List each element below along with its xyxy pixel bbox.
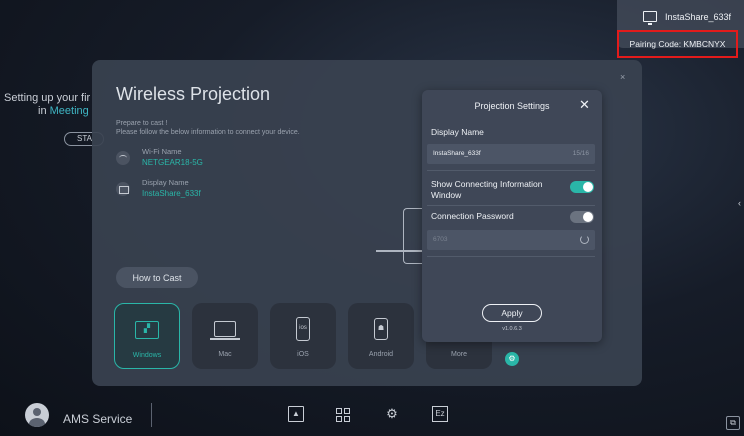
dialog-subtitle: Prepare to cast ! Please follow the belo… <box>116 119 300 137</box>
screen-icon <box>116 182 130 196</box>
platform-tile-ios[interactable]: ios iOS <box>270 303 336 369</box>
divider <box>427 205 595 206</box>
connection-password-label: Connection Password <box>431 211 514 221</box>
show-info-label-line-1: Show Connecting Information <box>431 179 543 189</box>
wifi-info: Wi-Fi Name NETGEAR18-5G <box>116 147 203 168</box>
device-name: InstaShare_633f <box>643 11 732 25</box>
subtitle-line-2: Please follow the below information to c… <box>116 129 300 136</box>
password-input[interactable]: 6703 <box>427 230 595 250</box>
platform-tile-mac[interactable]: Mac <box>192 303 258 369</box>
platform-name: Mac <box>218 351 232 358</box>
show-info-toggle[interactable] <box>570 181 594 193</box>
display-info: Display Name InstaShare_633f <box>116 178 201 199</box>
version-label: v1.0.6.3 <box>502 326 522 332</box>
char-count: 15/16 <box>572 150 589 157</box>
refresh-icon[interactable] <box>580 235 589 244</box>
wifi-name-value: NETGEAR18-5G <box>142 158 203 167</box>
ez-write-icon[interactable]: Ez <box>432 406 448 422</box>
platform-name: iOS <box>297 351 309 358</box>
how-to-cast-button[interactable]: How to Cast <box>116 267 198 288</box>
show-info-label: Show Connecting Information Window <box>431 179 543 201</box>
divider <box>427 256 595 257</box>
device-name-label: InstaShare_633f <box>665 11 732 22</box>
display-name-input-value: InstaShare_633f <box>433 150 481 157</box>
subtitle-line-1: Prepare to cast ! <box>116 120 168 127</box>
projection-settings-title: Projection Settings <box>474 101 550 111</box>
monitor-icon <box>643 11 657 25</box>
window-switch-icon[interactable]: ⧉ <box>726 416 740 430</box>
android-phone-icon: ☗ <box>374 318 388 340</box>
background-line-2: in Meeting <box>38 105 89 117</box>
show-info-label-line-2: Window <box>431 190 462 200</box>
platform-tile-windows[interactable]: ▞ Windows <box>114 303 180 369</box>
connection-password-toggle[interactable] <box>570 211 594 223</box>
background-line-1: Setting up your fir <box>4 92 91 104</box>
ios-phone-icon: ios <box>296 317 310 341</box>
close-icon[interactable]: ✕ <box>579 96 590 114</box>
wifi-icon <box>116 151 130 165</box>
avatar[interactable] <box>25 403 49 427</box>
taskbar-divider <box>151 403 152 427</box>
background-setup-text: Setting up your fir in Meeting <box>4 92 90 118</box>
platform-name: Android <box>368 351 394 358</box>
pairing-code: Pairing Code: KMBCNYX <box>617 30 738 58</box>
wifi-name-label: Wi-Fi Name <box>142 147 182 156</box>
windows-icon: ▞ <box>135 321 159 339</box>
platform-name: More <box>451 351 467 358</box>
apply-button[interactable]: Apply <box>482 304 542 322</box>
user-name: AMS Service <box>63 412 133 426</box>
dialog-close-icon[interactable]: × <box>620 72 625 82</box>
laptop-illustration-base <box>376 250 422 252</box>
gear-icon[interactable]: ⚙ <box>384 406 400 422</box>
platform-name: Windows <box>132 352 162 359</box>
mac-laptop-icon <box>210 321 240 340</box>
apps-grid-icon[interactable] <box>336 408 350 422</box>
more-settings-icon[interactable]: ⚙ <box>505 352 519 366</box>
cast-icon[interactable]: ▲ <box>288 406 304 422</box>
display-name-value: InstaShare_633f <box>142 189 201 198</box>
platform-tile-android[interactable]: ☗ Android <box>348 303 414 369</box>
password-input-value: 6703 <box>433 236 448 243</box>
chevron-left-icon[interactable]: ‹ <box>738 198 741 208</box>
display-name-input[interactable]: InstaShare_633f 15/16 <box>427 144 595 164</box>
dialog-title: Wireless Projection <box>116 84 271 104</box>
divider <box>427 170 595 171</box>
display-name-field-label: Display Name <box>431 127 484 137</box>
display-name-label: Display Name <box>142 178 189 187</box>
